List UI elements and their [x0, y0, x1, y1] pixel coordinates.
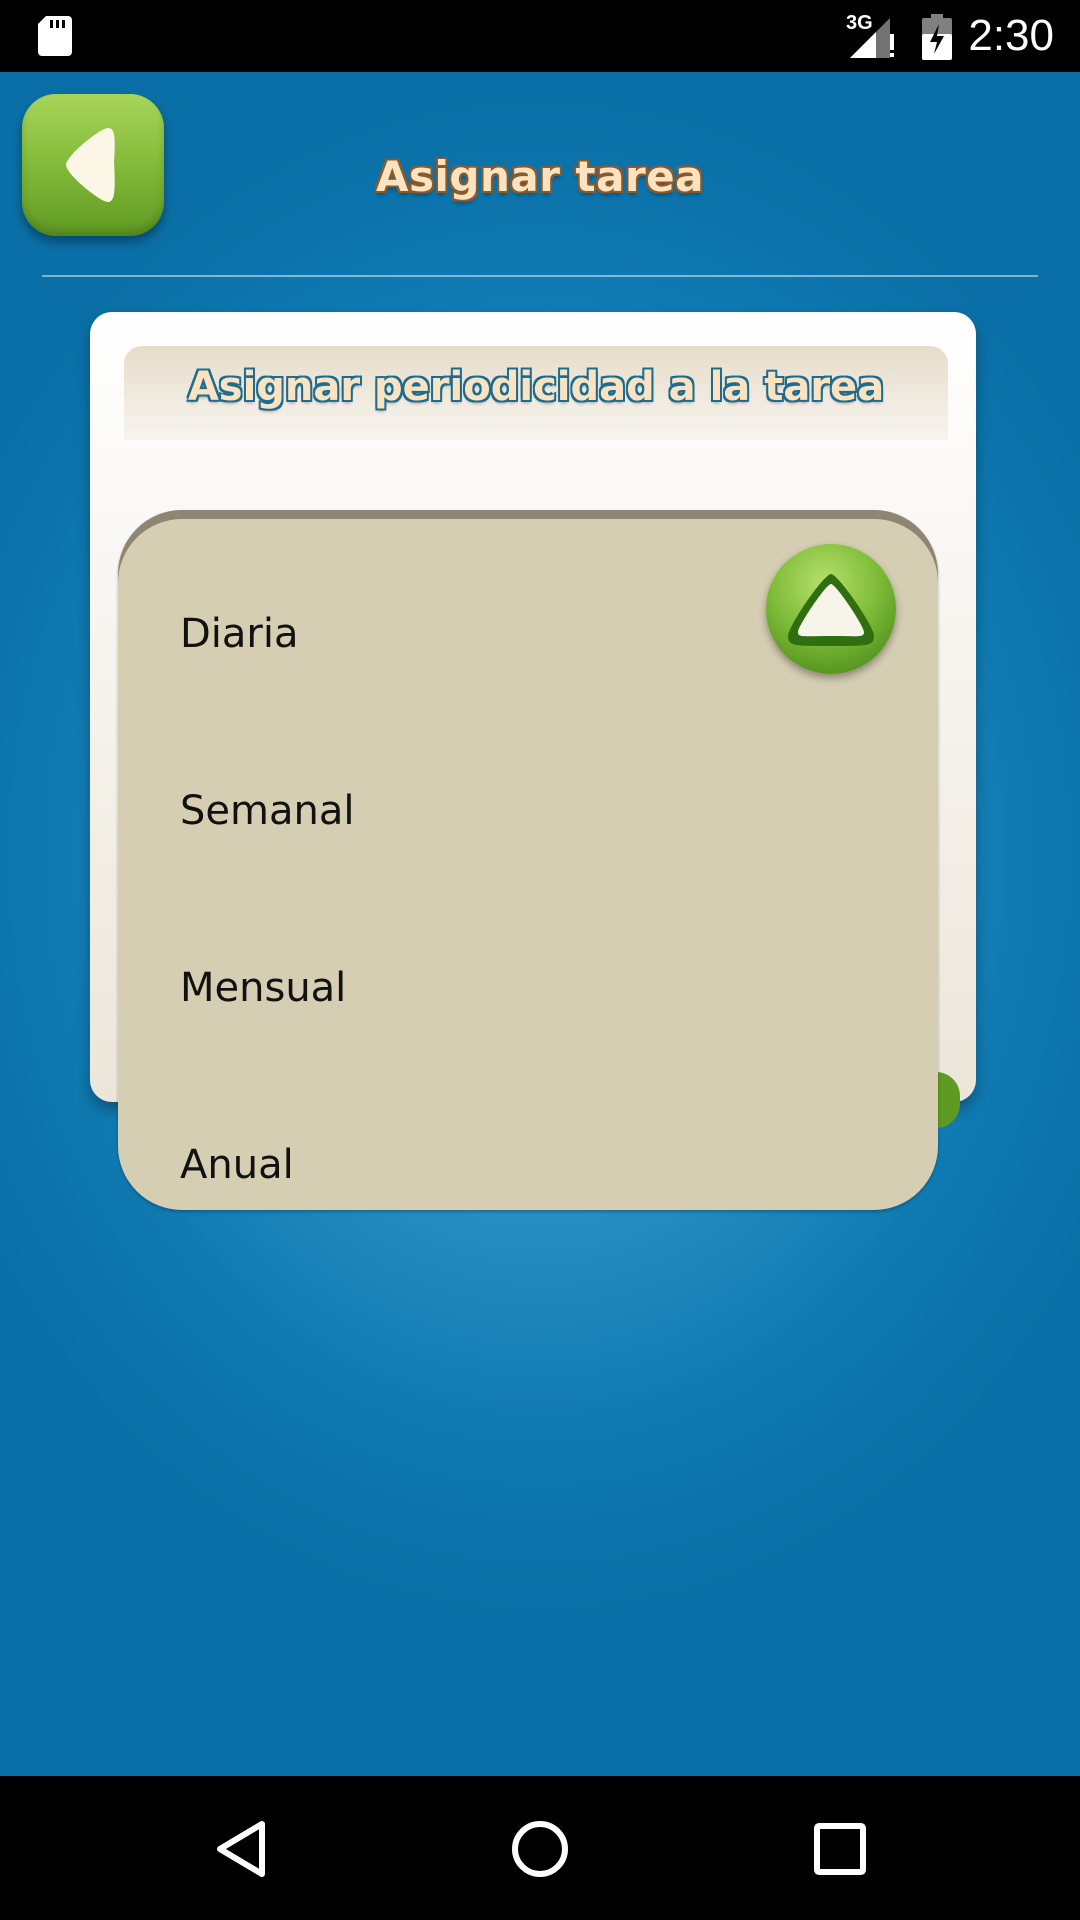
dropdown-option-mensual[interactable]: Mensual [180, 948, 860, 1028]
nav-back-button[interactable] [190, 1798, 290, 1898]
sd-card-icon [38, 16, 72, 56]
card-title: Asignar periodicidad a la tarea [187, 364, 885, 410]
back-triangle-icon [217, 1821, 265, 1877]
signal-icon [850, 18, 894, 58]
nav-home-button[interactable] [490, 1798, 590, 1898]
collapse-dropdown-button[interactable] [766, 544, 896, 674]
navigation-bar [0, 1776, 1080, 1920]
chevron-up-icon [788, 574, 874, 646]
recents-square-icon [814, 1823, 866, 1875]
periodicity-dropdown[interactable]: Diaria Semanal Mensual Anual [118, 510, 938, 1210]
back-button[interactable] [22, 94, 164, 236]
back-arrow-icon [66, 128, 115, 202]
nav-recents-button[interactable] [790, 1798, 890, 1898]
battery-charging-icon [922, 14, 952, 60]
home-circle-icon [512, 1821, 568, 1877]
clock: 2:30 [968, 11, 1054, 60]
dropdown-option-semanal[interactable]: Semanal [180, 771, 860, 851]
app-content: Asignar tarea Asignar periodicidad a la … [0, 72, 1080, 1776]
card-header: Asignar periodicidad a la tarea [124, 346, 948, 440]
screen: 3G 2:30 Asignar tarea Asignar periodicid… [0, 0, 1080, 1920]
dropdown-option-diaria[interactable]: Diaria [180, 594, 860, 674]
dropdown-option-anual[interactable]: Anual [180, 1125, 860, 1205]
page-title: Asignar tarea [375, 152, 704, 201]
status-bar: 3G 2:30 [0, 0, 1080, 72]
header-divider [42, 275, 1038, 277]
card-action-button[interactable] [936, 1072, 960, 1128]
